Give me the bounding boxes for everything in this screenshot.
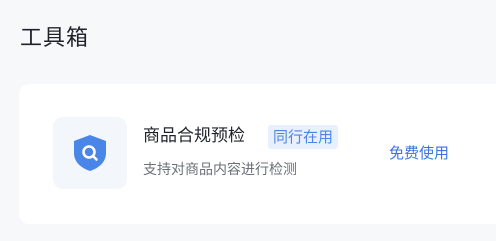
popularity-badge: 同行在用 [268, 125, 339, 149]
section-title: 工具箱 [20, 26, 90, 51]
tool-name: 商品合规预检 [143, 126, 245, 146]
free-use-link[interactable]: 免费使用 [389, 142, 449, 164]
tool-card: 商品合规预检 同行在用 支持对商品内容进行检测 免费使用 [19, 84, 496, 224]
shield-search-icon [74, 135, 106, 171]
tool-icon-container [53, 117, 127, 189]
tool-description: 支持对商品内容进行检测 [143, 162, 297, 178]
